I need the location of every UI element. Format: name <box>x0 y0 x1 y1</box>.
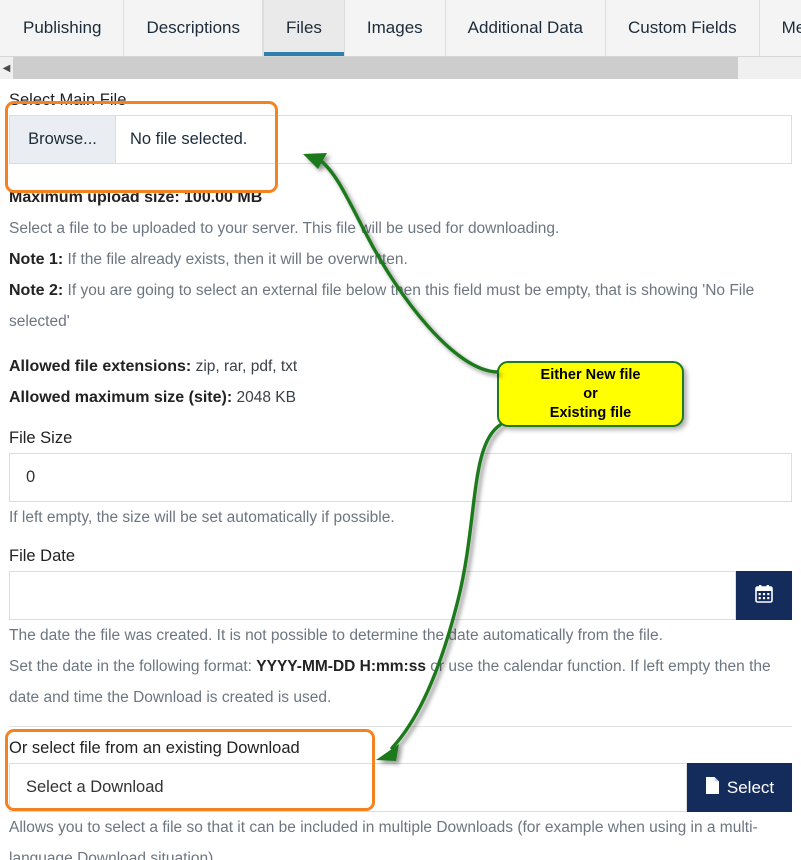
allowed-max-size-key: Allowed maximum size (site): <box>9 389 233 406</box>
main-file-input[interactable]: Browse... No file selected. <box>9 115 792 164</box>
note-1-value: If the file already exists, then it will… <box>67 251 408 268</box>
note-2-line: Note 2: If you are going to select an ex… <box>0 275 780 337</box>
tab-publishing[interactable]: Publishing <box>0 0 125 56</box>
tab-label: Metadata O <box>781 18 801 37</box>
allowed-extensions-value: zip, rar, pdf, txt <box>195 358 298 375</box>
file-date-format-pre: Set the date in the following format: <box>9 658 252 675</box>
tab-descriptions[interactable]: Descriptions <box>124 0 263 56</box>
file-date-help-2: Set the date in the following format: YY… <box>0 651 780 713</box>
scroll-left-arrow-icon[interactable]: ◀ <box>0 57 13 79</box>
tab-label: Publishing <box>23 18 102 37</box>
existing-download-row: Select a Download Select <box>9 763 792 812</box>
tab-images[interactable]: Images <box>345 0 446 56</box>
callout-line-1: Either New file <box>540 366 641 383</box>
horizontal-scrollbar[interactable]: ◀ <box>0 57 801 79</box>
select-download-button[interactable]: Select <box>687 763 792 812</box>
tab-metadata-options[interactable]: Metadata O <box>760 0 801 56</box>
file-date-input[interactable] <box>9 571 736 620</box>
existing-download-label: Or select file from an existing Download <box>9 739 300 757</box>
upload-description: Select a file to be uploaded to your ser… <box>9 220 560 237</box>
max-upload-size-key: Maximum upload size: <box>9 189 180 206</box>
calendar-icon <box>755 584 773 608</box>
file-date-help-1: The date the file was created. It is not… <box>9 627 663 644</box>
select-main-file-label: Select Main File <box>9 91 127 109</box>
file-size-input[interactable]: 0 <box>9 453 792 502</box>
scrollbar-thumb[interactable] <box>13 57 738 79</box>
file-icon <box>705 776 720 800</box>
file-date-label: File Date <box>9 547 76 565</box>
max-upload-size-line: Maximum upload size: 100.00 MB <box>0 182 801 213</box>
note-2-value: If you are going to select an external f… <box>9 282 755 330</box>
select-button-label: Select <box>726 777 775 797</box>
tab-label: Images <box>366 18 423 37</box>
allowed-max-size-value: 2048 KB <box>236 389 296 406</box>
existing-download-help: Allows you to select a file so that it c… <box>9 819 758 860</box>
tab-additional-data[interactable]: Additional Data <box>446 0 606 56</box>
callout-line-3: Existing file <box>549 404 632 421</box>
file-date-row <box>9 571 792 620</box>
note-1-key: Note 1: <box>9 251 64 268</box>
calendar-button[interactable] <box>736 571 792 620</box>
file-size-label: File Size <box>9 429 73 447</box>
download-files-tab-page: Publishing Descriptions Files Images Add… <box>0 0 801 860</box>
tab-label: Additional Data <box>467 18 583 37</box>
tab-bar: Publishing Descriptions Files Images Add… <box>0 0 801 57</box>
selected-file-name: No file selected. <box>130 130 248 148</box>
browse-button[interactable]: Browse... <box>10 116 116 163</box>
tab-custom-fields[interactable]: Custom Fields <box>606 0 760 56</box>
file-size-help: If left empty, the size will be set auto… <box>9 509 395 526</box>
tab-label: Descriptions <box>146 18 240 37</box>
tab-label: Custom Fields <box>627 18 737 37</box>
tab-label: Files <box>286 18 322 37</box>
existing-download-input[interactable]: Select a Download <box>9 763 687 812</box>
tab-files[interactable]: Files <box>263 0 345 56</box>
scrollbar-track[interactable] <box>13 57 801 79</box>
callout-line-2: or <box>583 385 598 402</box>
callout-either-new-or-existing: Either New file or Existing file <box>497 361 684 427</box>
max-upload-size-value: 100.00 MB <box>184 189 263 206</box>
file-date-format: YYYY-MM-DD H:mm:ss <box>256 658 426 675</box>
note-1-line: Note 1: If the file already exists, then… <box>0 244 801 275</box>
note-2-key: Note 2: <box>9 282 64 299</box>
allowed-extensions-key: Allowed file extensions: <box>9 358 192 375</box>
form-content: Select Main File Browse... No file selec… <box>0 79 801 860</box>
